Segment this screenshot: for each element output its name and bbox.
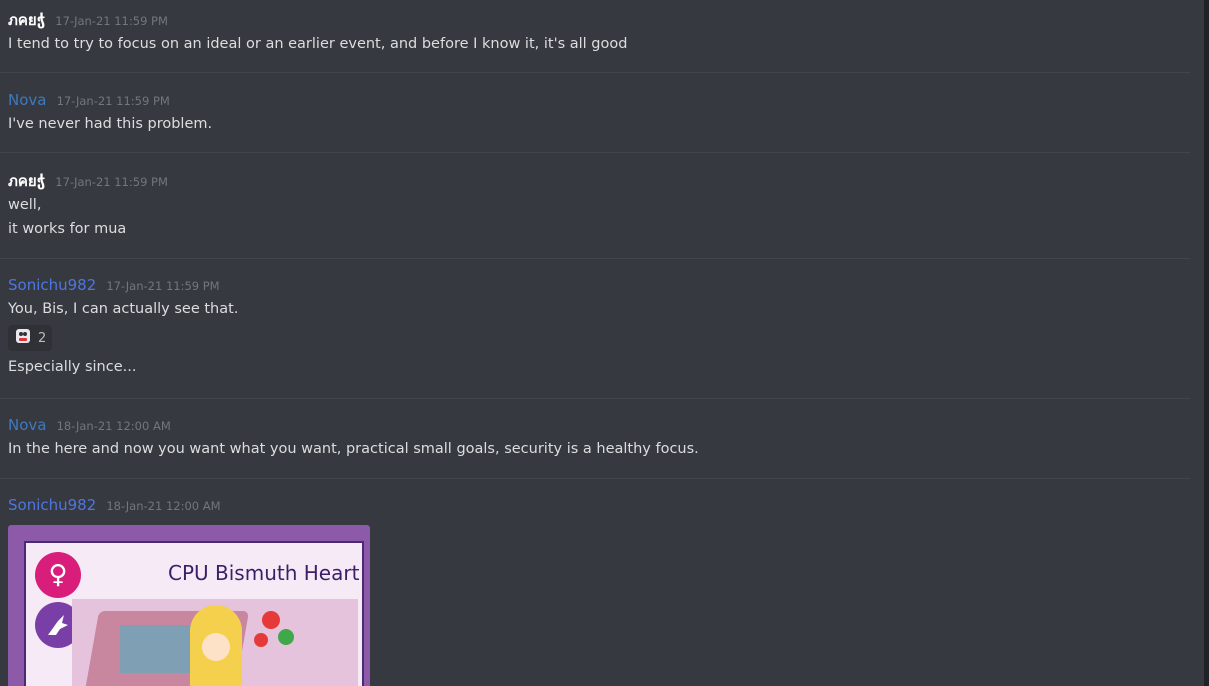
message-author[interactable]: Sonichu982 [8,276,96,294]
image-attachment[interactable]: ♀ CPU Bismuth Heart [8,525,370,686]
message-divider [0,72,1190,73]
message-text: In the here and now you want what you wa… [8,441,699,457]
message-author[interactable]: Nova [8,416,46,434]
message-author[interactable]: ภคยჭ [8,11,45,29]
message-timestamp: 17-Jan-21 11:59 PM [55,14,168,28]
message-text: well, [8,197,42,213]
message-text: it works for mua [8,221,127,237]
female-symbol-icon: ♀ [35,552,81,598]
message-text: I tend to try to focus on an ideal or an… [8,36,628,52]
message-text: I've never had this problem. [8,116,213,132]
message-author[interactable]: ภคยჭ [8,172,45,190]
scrollbar-track[interactable] [1204,0,1209,686]
message-author[interactable]: Sonichu982 [8,496,96,514]
chat-message-list[interactable]: ภคยჭ 17-Jan-21 11:59 PM I tend to try to… [0,0,1209,686]
message-divider [0,258,1190,259]
card-title: CPU Bismuth Heart [168,561,360,585]
message-divider [0,398,1190,399]
message-timestamp: 18-Jan-21 12:00 AM [56,419,171,433]
card-artwork [72,599,358,686]
message-timestamp: 17-Jan-21 11:59 PM [56,94,170,108]
message-group: Nova 18-Jan-21 12:00 AM In the here and … [0,415,1190,461]
message-group: ภคยჭ 17-Jan-21 11:59 PM I tend to try to… [0,10,1190,56]
message-group: Nova 17-Jan-21 11:59 PM I've never had t… [0,90,1190,136]
message-text: Especially since... [8,359,137,375]
message-timestamp: 17-Jan-21 11:59 PM [55,175,168,189]
message-timestamp: 17-Jan-21 11:59 PM [106,279,220,293]
reaction-count: 2 [38,330,47,346]
message-timestamp: 18-Jan-21 12:00 AM [106,499,221,513]
message-divider [0,478,1190,479]
message-group: Sonichu982 18-Jan-21 12:00 AM [0,495,1190,515]
message-text: You, Bis, I can actually see that. [8,301,239,317]
message-group: Sonichu982 17-Jan-21 11:59 PM You, Bis, … [0,275,1190,379]
message-group: ภคยჭ 17-Jan-21 11:59 PM well, it works f… [0,171,1190,241]
sticker-emoji-icon [14,327,32,349]
reaction-button[interactable]: 2 [8,325,53,351]
message-divider [0,152,1190,153]
message-author[interactable]: Nova [8,91,46,109]
